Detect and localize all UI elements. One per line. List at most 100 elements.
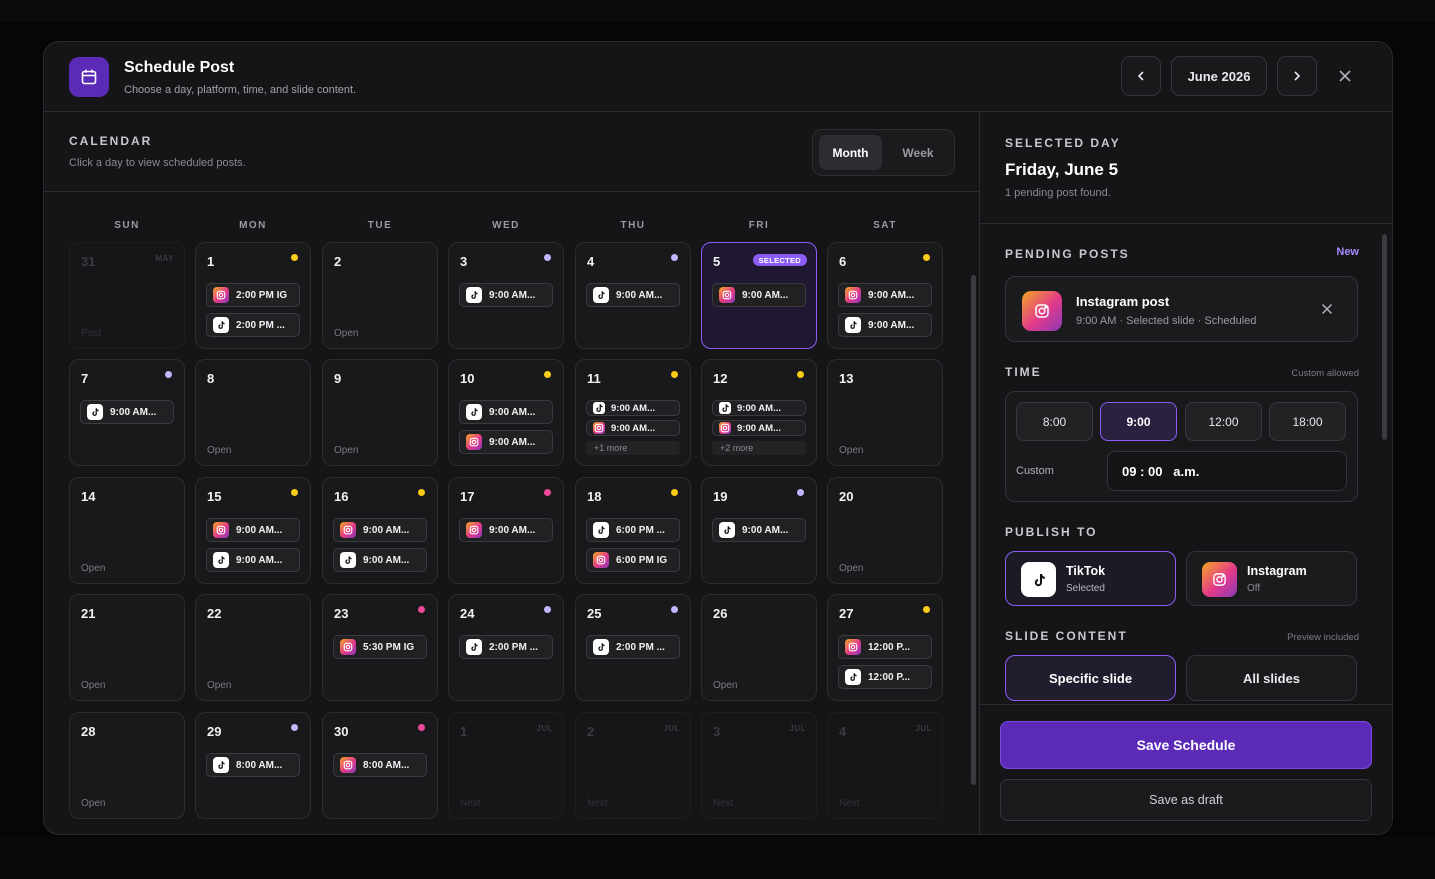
calendar-day-cell[interactable]: 1 2:00 PM IG 2:00 PM ... (195, 242, 311, 349)
scheduled-post-chip[interactable]: 6:00 PM ... (586, 518, 680, 542)
calendar-day-cell[interactable]: 6 9:00 AM... 9:00 AM... (827, 242, 943, 349)
publish-instagram-option[interactable]: Instagram Off (1186, 551, 1357, 606)
calendar-day-cell[interactable]: 28 Open (69, 712, 185, 819)
day-number: 28 (81, 724, 96, 739)
day-status-label: Open (713, 680, 738, 691)
save-schedule-button[interactable]: Save Schedule (1000, 721, 1372, 769)
scheduled-post-chip[interactable]: 9:00 AM... (459, 400, 553, 424)
scheduled-post-chip[interactable]: 9:00 AM... (206, 548, 300, 572)
prev-month-button[interactable] (1121, 56, 1161, 96)
calendar-day-cell[interactable]: 22 Open (195, 594, 311, 701)
scheduled-post-chip[interactable]: 9:00 AM... (838, 283, 932, 307)
calendar-scrollbar[interactable] (971, 275, 976, 785)
custom-time-input[interactable]: 09 : 00 a.m. (1107, 451, 1347, 491)
calendar-day-cell[interactable]: 18 6:00 PM ... 6:00 PM IG (575, 477, 691, 584)
details-scrollbar[interactable] (1382, 234, 1387, 440)
time-preset-12[interactable]: 12:00 (1185, 402, 1262, 441)
scheduled-post-chip[interactable]: 9:00 AM... (206, 518, 300, 542)
calendar-day-cell[interactable]: 12 9:00 AM... 9:00 AM... +2 more (701, 359, 817, 466)
scheduled-post-chip[interactable]: 9:00 AM... (838, 313, 932, 337)
scheduled-post-chip[interactable]: 9:00 AM... (712, 518, 806, 542)
time-preset-8[interactable]: 8:00 (1016, 402, 1093, 441)
calendar-day-cell[interactable]: 7 9:00 AM... (69, 359, 185, 466)
scheduled-post-chip[interactable]: 9:00 AM... (459, 518, 553, 542)
modal-subtitle: Choose a day, platform, time, and slide … (124, 84, 357, 96)
calendar-day-cell[interactable]: 9 Open (322, 359, 438, 466)
close-icon (1339, 70, 1351, 82)
status-dot (671, 371, 678, 378)
specific-slide-button[interactable]: Specific slide (1005, 655, 1176, 701)
calendar-day-cell[interactable]: 5 SELECTED 9:00 AM... (701, 242, 817, 349)
next-month-button[interactable] (1277, 56, 1317, 96)
scheduled-post-chip[interactable]: 12:00 P... (838, 635, 932, 659)
instagram-state: Off (1247, 583, 1261, 594)
calendar-day-cell[interactable]: 15 9:00 AM... 9:00 AM... (195, 477, 311, 584)
calendar-day-cell[interactable]: 23 5:30 PM IG (322, 594, 438, 701)
pending-posts-heading: PENDING POSTS (1005, 247, 1130, 261)
scheduled-post-chip[interactable]: 9:00 AM... (333, 548, 427, 572)
calendar-day-cell[interactable]: 16 9:00 AM... 9:00 AM... (322, 477, 438, 584)
calendar-day-cell[interactable]: 30 8:00 AM... (322, 712, 438, 819)
calendar-day-cell[interactable]: 13 Open (827, 359, 943, 466)
instagram-icon (845, 639, 861, 655)
scheduled-post-chip[interactable]: 12:00 P... (838, 665, 932, 689)
status-dot (797, 489, 804, 496)
remove-post-button[interactable] (1317, 299, 1337, 319)
calendar-day-cell[interactable]: 10 9:00 AM... 9:00 AM... (448, 359, 564, 466)
more-posts-link[interactable]: +2 more (712, 441, 806, 455)
instagram-label: Instagram (1247, 564, 1307, 578)
month-view-tab[interactable]: Month (819, 135, 882, 170)
scheduled-post-chip[interactable]: 9:00 AM... (459, 430, 553, 454)
calendar-day-cell[interactable]: 27 12:00 P... 12:00 P... (827, 594, 943, 701)
more-posts-link[interactable]: +1 more (586, 441, 680, 455)
time-preset-18[interactable]: 18:00 (1269, 402, 1346, 441)
post-time-label: 9:00 AM... (742, 524, 789, 536)
calendar-day-cell[interactable]: 25 2:00 PM ... (575, 594, 691, 701)
all-slides-button[interactable]: All slides (1186, 655, 1357, 701)
calendar-day-cell[interactable]: 3 9:00 AM... (448, 242, 564, 349)
close-modal-button[interactable] (1331, 62, 1359, 90)
calendar-day-cell[interactable]: 2 Open (322, 242, 438, 349)
publish-tiktok-option[interactable]: TikTok Selected (1005, 551, 1176, 606)
month-picker-button[interactable]: June 2026 (1171, 56, 1267, 96)
scheduled-post-chip[interactable]: 2:00 PM IG (206, 283, 300, 307)
scheduled-post-chip[interactable]: 9:00 AM... (712, 400, 806, 416)
status-dot (923, 254, 930, 261)
calendar-day-cell[interactable]: 21 Open (69, 594, 185, 701)
scheduled-post-chip[interactable]: 9:00 AM... (586, 283, 680, 307)
scheduled-post-chip[interactable]: 6:00 PM IG (586, 548, 680, 572)
calendar-day-cell[interactable]: 19 9:00 AM... (701, 477, 817, 584)
save-draft-button[interactable]: Save as draft (1000, 779, 1372, 821)
calendar-day-cell[interactable]: 24 2:00 PM ... (448, 594, 564, 701)
scheduled-post-chip[interactable]: 2:00 PM ... (206, 313, 300, 337)
week-view-tab[interactable]: Week (888, 135, 948, 170)
new-post-link[interactable]: New (1336, 246, 1359, 258)
scheduled-post-chip[interactable]: 5:30 PM IG (333, 635, 427, 659)
tiktok-icon (719, 402, 731, 414)
calendar-day-cell[interactable]: 20 Open (827, 477, 943, 584)
calendar-day-cell[interactable]: 14 Open (69, 477, 185, 584)
scheduled-post-chip[interactable]: 2:00 PM ... (459, 635, 553, 659)
scheduled-post-chip[interactable]: 8:00 AM... (333, 753, 427, 777)
time-preset-9[interactable]: 9:00 (1100, 402, 1177, 441)
scheduled-post-chip[interactable]: 9:00 AM... (712, 420, 806, 436)
calendar-day-cell[interactable]: 26 Open (701, 594, 817, 701)
calendar-day-cell[interactable]: 17 9:00 AM... (448, 477, 564, 584)
scheduled-post-chip[interactable]: 9:00 AM... (333, 518, 427, 542)
day-number: 25 (587, 606, 602, 621)
scheduled-post-chip[interactable]: 9:00 AM... (80, 400, 174, 424)
calendar-day-cell[interactable]: 29 8:00 AM... (195, 712, 311, 819)
calendar-day-cell[interactable]: 4 9:00 AM... (575, 242, 691, 349)
scheduled-post-chip[interactable]: 2:00 PM ... (586, 635, 680, 659)
scheduled-post-chip[interactable]: 9:00 AM... (586, 400, 680, 416)
scheduled-post-chip[interactable]: 9:00 AM... (586, 420, 680, 436)
instagram-icon (340, 639, 356, 655)
selected-day-subtitle: 1 pending post found. (1005, 187, 1111, 199)
scheduled-post-chip[interactable]: 9:00 AM... (459, 283, 553, 307)
tiktok-icon (593, 522, 609, 538)
scheduled-post-chip[interactable]: 8:00 AM... (206, 753, 300, 777)
scheduled-post-chip[interactable]: 9:00 AM... (712, 283, 806, 307)
calendar-day-cell[interactable]: 11 9:00 AM... 9:00 AM... +1 more (575, 359, 691, 466)
pending-post-card[interactable]: Instagram post 9:00 AM · Selected slide … (1005, 276, 1358, 342)
calendar-day-cell[interactable]: 8 Open (195, 359, 311, 466)
